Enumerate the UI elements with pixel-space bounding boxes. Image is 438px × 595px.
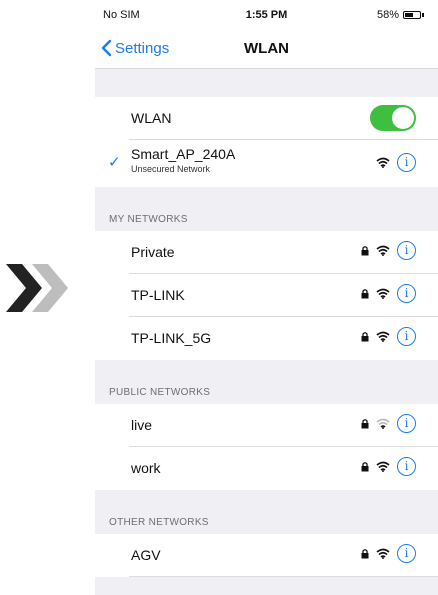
battery-icon (403, 11, 421, 19)
network-name: TP-LINK (131, 287, 185, 303)
network-name: live (131, 417, 153, 433)
info-icon[interactable]: i (397, 153, 416, 172)
public-networks-group: live i work i (95, 404, 438, 490)
info-icon[interactable]: i (397, 241, 416, 260)
my-networks-header: MY NETWORKS (109, 214, 188, 225)
network-name: TP-LINK_5G (131, 330, 212, 346)
lock-icon (361, 289, 369, 299)
lock-icon (361, 462, 369, 472)
wlan-toggle[interactable] (370, 105, 416, 131)
battery-indicator: 58% (377, 9, 424, 21)
navigation-bar: Settings WLAN (95, 30, 438, 69)
network-name: AGV (131, 547, 161, 563)
wlan-label: WLAN (131, 110, 172, 126)
connected-network-name: Smart_AP_240A (131, 146, 236, 162)
wifi-icon (376, 245, 390, 256)
public-networks-header: PUBLIC NETWORKS (109, 387, 211, 398)
wifi-icon (376, 288, 390, 299)
network-row-work[interactable]: work i (95, 447, 438, 490)
lock-icon (361, 549, 369, 559)
network-row-tp-link-5g[interactable]: TP-LINK_5G i (95, 317, 438, 360)
my-networks-group: Private i TP-LINK i TP-LINK_5G i (95, 231, 438, 360)
wlan-group: WLAN ✓ Smart_AP_240A Unsecured Network i (95, 97, 438, 187)
info-icon[interactable]: i (397, 544, 416, 563)
lock-icon (361, 419, 369, 429)
info-icon[interactable]: i (397, 414, 416, 433)
battery-percent: 58% (376, 9, 399, 21)
wifi-icon (376, 418, 390, 429)
network-row-live[interactable]: live i (95, 404, 438, 447)
network-row-agv[interactable]: AGV i (95, 534, 438, 577)
wifi-icon (376, 461, 390, 472)
network-name: work (131, 460, 161, 476)
wifi-icon (376, 331, 390, 342)
double-chevron-right-icon (6, 264, 68, 312)
connected-network-row[interactable]: ✓ Smart_AP_240A Unsecured Network i (95, 140, 438, 187)
wifi-icon (376, 548, 390, 559)
network-row-private[interactable]: Private i (95, 231, 438, 274)
phone-screen: No SIM 1:55 PM 58% Settings WLAN WLAN ✓ … (95, 0, 438, 595)
connected-network-security: Unsecured Network (131, 164, 211, 174)
wifi-icon (376, 157, 390, 168)
page-title: WLAN (244, 40, 289, 57)
status-bar: No SIM 1:55 PM 58% (95, 0, 438, 30)
network-name: Private (131, 244, 175, 260)
lock-icon (361, 246, 369, 256)
info-icon[interactable]: i (397, 327, 416, 346)
other-networks-group: AGV i (95, 534, 438, 577)
info-icon[interactable]: i (397, 284, 416, 303)
network-row-tp-link[interactable]: TP-LINK i (95, 274, 438, 317)
other-networks-header: OTHER NETWORKS (109, 517, 209, 528)
checkmark-icon: ✓ (108, 154, 121, 171)
info-icon[interactable]: i (397, 457, 416, 476)
wlan-toggle-row: WLAN (95, 97, 438, 140)
lock-icon (361, 332, 369, 342)
